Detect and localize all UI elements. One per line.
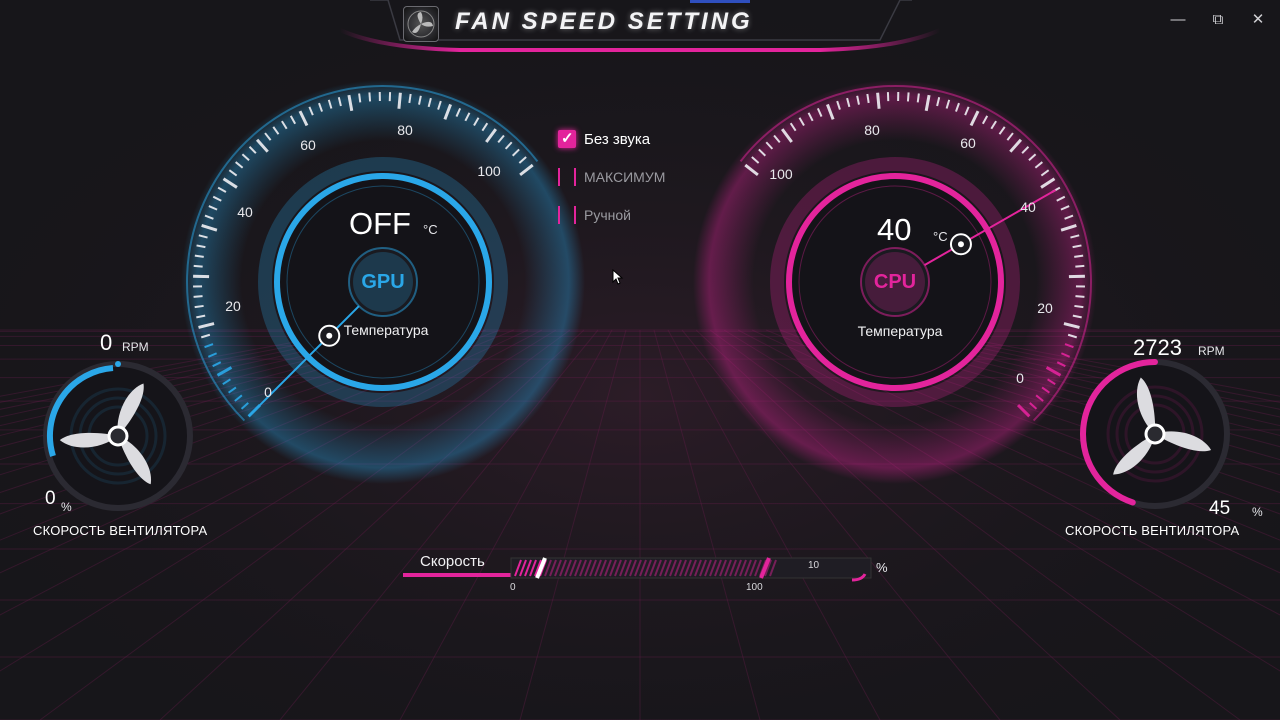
gpu-scale-80: 80 <box>397 122 413 138</box>
fan-right-caption: СКОРОСТЬ ВЕНТИЛЯТОРА <box>1065 523 1240 538</box>
speed-unit: % <box>876 560 888 575</box>
fan-right-rpm-value: 2723 <box>1133 335 1182 360</box>
mute-checkbox[interactable] <box>558 129 576 148</box>
max-option[interactable]: МАКСИМУМ <box>558 168 665 186</box>
gauge-tick <box>408 93 412 104</box>
max-checkbox[interactable] <box>558 168 576 186</box>
gauge-tick <box>193 295 203 298</box>
mute-option[interactable]: Без звука <box>558 129 651 148</box>
speed-label: Скорость <box>420 553 485 570</box>
cpu-scale-60: 60 <box>960 135 976 151</box>
gauge-tick <box>1075 295 1085 298</box>
fan-left-rpm-unit: RPM <box>122 340 149 354</box>
gpu-scale-100: 100 <box>477 163 501 179</box>
fan-right-percent-unit: % <box>1252 505 1263 519</box>
manual-checkbox[interactable] <box>558 206 576 224</box>
fan-right-dial <box>1080 359 1230 509</box>
gauge-tick <box>1074 304 1084 309</box>
fan-right-percent-value: 45 <box>1209 498 1231 519</box>
mouse-cursor-icon <box>612 269 624 285</box>
max-label: МАКСИМУМ <box>584 169 666 185</box>
gpu-scale-60: 60 <box>300 137 316 153</box>
fan-left-percent-value: 0 <box>45 488 56 509</box>
fan-left-dial <box>43 360 193 511</box>
fan-left-rpm-value: 0 <box>100 330 113 355</box>
gauge-tick <box>193 264 203 268</box>
gauge-tick <box>194 304 204 309</box>
gpu-temp-label: Температура <box>343 322 429 338</box>
gpu-temp-unit: °C <box>423 222 438 237</box>
cpu-scale-40: 40 <box>1020 199 1036 215</box>
gauge-tick <box>194 254 204 258</box>
gpu-temp-value: OFF <box>349 206 411 241</box>
manual-option[interactable]: Ручной <box>558 206 631 224</box>
speed-max-label: 100 <box>746 582 763 593</box>
cpu-scale-20: 20 <box>1037 300 1053 316</box>
fan-left-caption: СКОРОСТЬ ВЕНТИЛЯТОРА <box>33 523 208 538</box>
gauge-tick <box>866 93 870 104</box>
gpu-scale-40: 40 <box>237 204 253 220</box>
speed-value[interactable]: 10 <box>808 560 819 571</box>
cpu-temp-unit: °C <box>933 229 948 244</box>
gauge-tick <box>1074 254 1084 258</box>
cpu-chip-label: CPU <box>873 271 917 293</box>
gauge-tick <box>906 92 910 102</box>
gauge-tick <box>358 93 362 103</box>
gauge-tick <box>1075 264 1085 268</box>
gauges <box>43 80 1230 582</box>
cpu-scale-100: 100 <box>769 166 793 182</box>
gauge-tick <box>876 92 881 109</box>
gpu-chip-label: GPU <box>361 271 405 293</box>
gauge-tick <box>368 92 372 102</box>
gpu-scale-0: 0 <box>264 384 272 400</box>
manual-label: Ручной <box>584 207 631 223</box>
cpu-temp-label: Температура <box>857 323 943 339</box>
gauge-tick <box>916 93 920 103</box>
cpu-scale-80: 80 <box>864 122 880 138</box>
gauge-tick <box>397 92 402 109</box>
fan-right-rpm-unit: RPM <box>1198 344 1225 358</box>
gpu-scale-20: 20 <box>225 298 241 314</box>
cpu-temp-value: 40 <box>877 212 912 247</box>
cpu-scale-0: 0 <box>1016 370 1024 386</box>
speed-min-label: 0 <box>510 582 516 593</box>
mute-label: Без звука <box>584 130 651 148</box>
fan-left-percent-unit: % <box>61 500 72 514</box>
